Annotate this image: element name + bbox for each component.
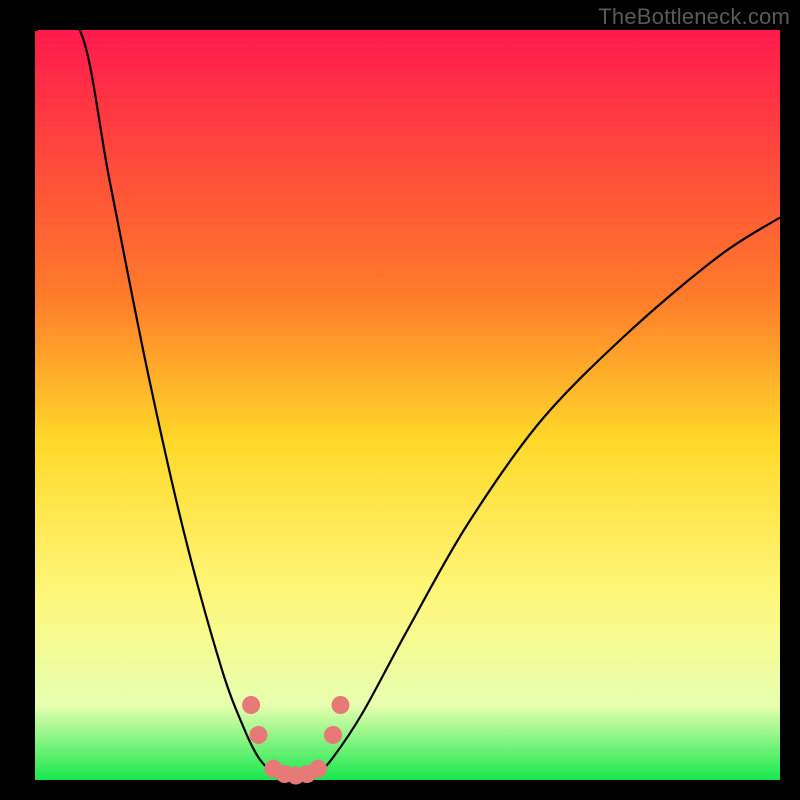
curve-marker [324, 726, 342, 744]
curve-marker [250, 726, 268, 744]
curve-marker [309, 760, 327, 778]
bottleneck-chart [0, 0, 800, 800]
chart-stage: TheBottleneck.com [0, 0, 800, 800]
plot-background [35, 30, 780, 780]
curve-marker [331, 696, 349, 714]
curve-marker [242, 696, 260, 714]
